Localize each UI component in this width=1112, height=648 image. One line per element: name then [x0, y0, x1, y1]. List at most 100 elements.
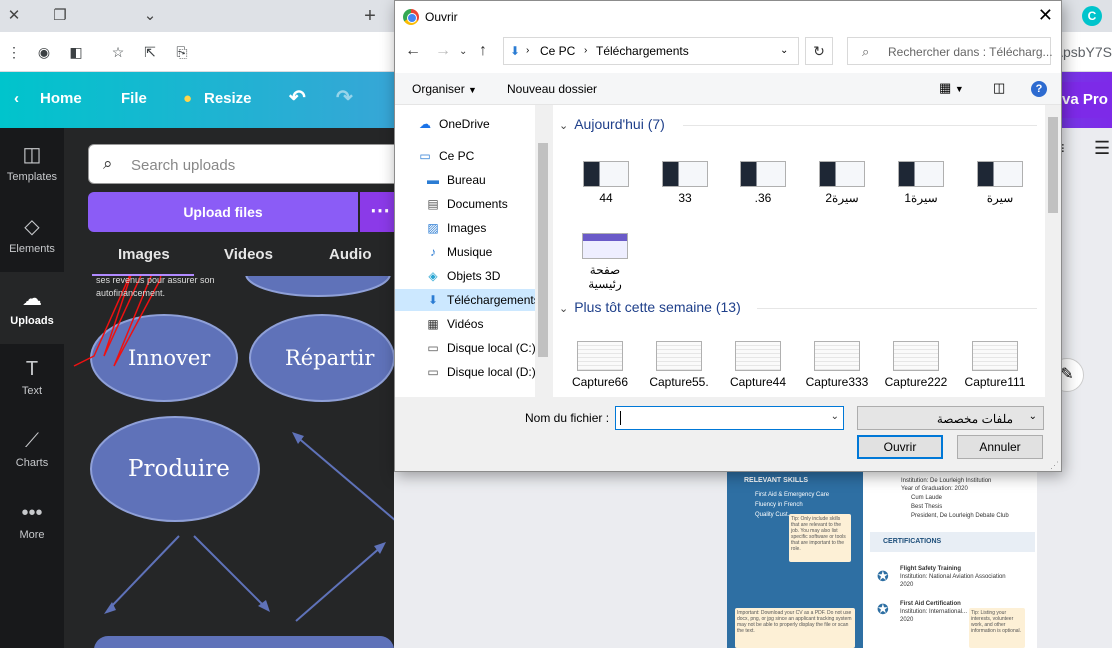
file-item[interactable]: سيرة1: [886, 161, 956, 205]
computer-icon: ▭: [419, 149, 431, 163]
file-item[interactable]: صفحة رئيسية: [570, 233, 640, 291]
chevron-down-icon[interactable]: ⌄: [780, 45, 788, 56]
share-icon[interactable]: ⇱: [140, 42, 160, 62]
view-options-icon[interactable]: ▦ ▼: [939, 80, 964, 96]
close-icon[interactable]: ✕: [1038, 5, 1053, 26]
file-item[interactable]: Capture222: [881, 341, 951, 389]
tab-audio[interactable]: Audio: [329, 246, 372, 263]
rail-elements[interactable]: ◇ Elements: [0, 200, 64, 272]
breadcrumb-downloads[interactable]: Téléchargements: [596, 44, 689, 58]
chrome-logo-icon: [403, 9, 419, 25]
help-icon[interactable]: ?: [1031, 81, 1047, 97]
charts-icon: ⟋: [25, 430, 39, 452]
uploads-panel: ⌕ Search uploads Upload files ⋯ Images V…: [64, 128, 394, 648]
videos-icon: ▦: [427, 317, 439, 331]
dialog-command-bar: Organiser ▼ Nouveau dossier ▦ ▼ ◫ ?: [395, 73, 1061, 105]
new-folder-button[interactable]: Nouveau dossier: [507, 82, 597, 96]
file-thumbnail: [735, 341, 781, 371]
tip-note: Tip: Only include skills that are releva…: [789, 514, 851, 562]
back-arrow-icon[interactable]: ←: [405, 42, 421, 60]
file-thumbnail: [662, 161, 708, 187]
award-icon: ✪: [877, 601, 889, 617]
dialog-search-input[interactable]: ⌕ Rechercher dans : Télécharg...: [847, 37, 1053, 65]
file-list-scrollbar[interactable]: [1045, 105, 1061, 397]
tab-videos[interactable]: Videos: [224, 246, 273, 263]
search-icon: ⌕: [862, 44, 870, 59]
forward-arrow-icon[interactable]: →: [435, 42, 451, 60]
rail-templates[interactable]: ◫ Templates: [0, 128, 64, 200]
resize-button[interactable]: Resize: [204, 90, 252, 107]
up-arrow-icon[interactable]: ↑: [479, 42, 487, 60]
tab-close-icon[interactable]: ✕: [4, 6, 24, 26]
upload-more-icon[interactable]: ⋯: [360, 192, 394, 232]
file-item[interactable]: Capture44: [723, 341, 793, 389]
tree-scrollbar[interactable]: [535, 105, 551, 397]
file-item[interactable]: 44: [571, 161, 641, 205]
restore-icon[interactable]: ❐: [50, 6, 70, 26]
extension-icon[interactable]: ◉: [34, 42, 54, 62]
rail-charts[interactable]: ⟋ Charts: [0, 416, 64, 488]
address-bar[interactable]: ⬇ › Ce PC › Téléchargements ⌄: [503, 37, 799, 65]
url-text[interactable]: ApsbY7S: [1054, 44, 1112, 60]
chevron-down-icon[interactable]: ⌄: [831, 411, 839, 422]
file-item[interactable]: Capture111: [960, 341, 1030, 389]
chevron-down-icon[interactable]: ⌄: [140, 6, 160, 26]
side-rail: ◫ Templates ◇ Elements ☁ Uploads T Text ⟋ Cha…: [0, 128, 64, 648]
resize-grip-icon[interactable]: ⋰: [1050, 460, 1059, 471]
filename-label: Nom du fichier :: [525, 411, 610, 425]
home-button[interactable]: Home: [40, 90, 82, 107]
file-thumbnail: [656, 341, 702, 371]
cert-org: Institution: National Aviation Associati…: [900, 574, 1006, 580]
file-item[interactable]: 33: [650, 161, 720, 205]
rail-uploads[interactable]: ☁ Uploads: [0, 272, 64, 344]
file-thumbnail: [583, 161, 629, 187]
cert-year: 2020: [900, 617, 914, 623]
elements-icon: ◇: [24, 216, 40, 238]
navigation-tree: ☁ OneDrive ▭ Ce PC ▬ Bureau ▤ Documents ▨ Ima…: [395, 105, 549, 397]
resume-page[interactable]: RELEVANT SKILLS First Aid & Emergency Ca…: [727, 470, 1037, 648]
rail-text[interactable]: T Text: [0, 344, 64, 416]
recent-chevron-icon[interactable]: ⌄: [459, 46, 467, 57]
search-uploads-input[interactable]: ⌕ Search uploads: [88, 144, 394, 184]
drive-icon: ▭: [427, 341, 439, 355]
tree-item-telechargements[interactable]: ⬇ Téléchargements: [395, 289, 549, 311]
education-line: Cum Laude: [911, 495, 943, 501]
organise-menu[interactable]: Organiser ▼: [412, 82, 477, 96]
new-tab-icon[interactable]: +: [360, 6, 380, 26]
menu-dots-icon[interactable]: ⋮: [4, 42, 24, 62]
file-item[interactable]: Capture55.: [644, 341, 714, 389]
canva-favicon-icon[interactable]: C: [1082, 6, 1102, 26]
bookmark-star-icon[interactable]: ☆: [108, 42, 128, 62]
undo-icon[interactable]: ↶: [289, 85, 306, 110]
back-chevron-icon[interactable]: ‹: [14, 90, 19, 107]
file-type-select[interactable]: ملفات مخصصة ⌄: [857, 406, 1044, 430]
breadcrumb-cepc[interactable]: Ce PC: [540, 44, 575, 58]
file-item[interactable]: سيرة2: [807, 161, 877, 205]
rail-more[interactable]: ••• More: [0, 488, 64, 560]
sidepanel-icon[interactable]: ◧: [66, 42, 86, 62]
crown-icon: ●: [183, 90, 193, 107]
list-icon[interactable]: ☰: [1094, 138, 1110, 159]
filename-input[interactable]: ⌄: [615, 406, 844, 430]
file-item[interactable]: سيرة: [965, 161, 1035, 205]
open-button[interactable]: Ouvrir: [857, 435, 943, 459]
file-menu[interactable]: File: [121, 90, 147, 107]
cancel-button[interactable]: Annuler: [957, 435, 1043, 459]
skill-item: Fluency in French: [755, 502, 803, 508]
tab-images[interactable]: Images: [118, 246, 170, 263]
refresh-icon[interactable]: ↻: [805, 37, 833, 65]
group-header-week[interactable]: ⌄ Plus tôt cette semaine (13): [559, 299, 741, 315]
label-produire: Produire: [128, 456, 230, 482]
redo-icon[interactable]: ↷: [336, 85, 353, 110]
cert-title: First Aid Certification: [900, 601, 961, 607]
preview-pane-icon[interactable]: ◫: [993, 80, 1005, 96]
important-note: Important: Download your CV as a PDF. Do…: [735, 608, 855, 648]
file-item[interactable]: Capture66: [565, 341, 635, 389]
screenshot-icon[interactable]: ⎘: [172, 42, 192, 62]
upload-files-button[interactable]: Upload files: [88, 192, 358, 232]
file-item[interactable]: .36: [728, 161, 798, 205]
file-item[interactable]: Capture333: [802, 341, 872, 389]
file-thumbnail: [577, 341, 623, 371]
documents-icon: ▤: [427, 197, 439, 211]
group-header-today[interactable]: ⌄ Aujourd'hui (7): [559, 116, 665, 132]
